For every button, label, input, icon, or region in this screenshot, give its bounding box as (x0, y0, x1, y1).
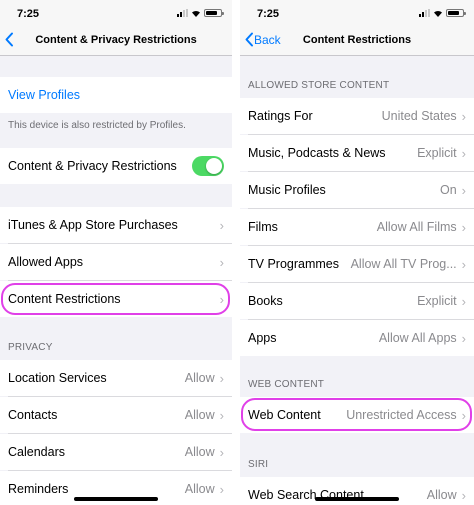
view-profiles-link[interactable]: View Profiles (0, 77, 232, 113)
list-item-value: Allow (184, 445, 215, 459)
content-restrictions-screen: 7:25 Back Content Restrictions ALLOWED S… (240, 0, 474, 505)
chevron-right-icon: › (461, 330, 466, 346)
status-bar: 7:25 (0, 0, 232, 26)
list-item-music-profiles[interactable]: Music Profiles On › (240, 172, 474, 208)
list-item-label: Reminders (8, 482, 69, 496)
view-profiles-label: View Profiles (8, 88, 81, 102)
chevron-right-icon: › (219, 217, 224, 233)
list-item-label: Ratings For (248, 109, 313, 123)
content-privacy-screen: 7:25 Content & Privacy Restrictions View… (0, 0, 232, 505)
list-item-label: Calendars (8, 445, 65, 459)
section-header-privacy: PRIVACY (8, 342, 53, 353)
chevron-right-icon: › (219, 291, 224, 307)
wifi-icon (434, 10, 442, 17)
restrictions-toggle[interactable] (192, 156, 224, 176)
page-title: Content Restrictions (302, 34, 412, 46)
list-item-tv-programmes[interactable]: TV Programmes Allow All TV Prog... › (240, 246, 474, 282)
chevron-right-icon: › (461, 293, 466, 309)
list-item-value: Allow All Films (376, 220, 457, 234)
list-item-value: United States (381, 109, 457, 123)
battery-icon (446, 9, 466, 17)
chevron-right-icon: › (219, 444, 224, 460)
list-item-label: iTunes & App Store Purchases (8, 218, 178, 232)
list-item-books[interactable]: Books Explicit › (240, 283, 474, 319)
signal-icon (419, 9, 430, 17)
chevron-right-icon: › (219, 481, 224, 497)
list-item-label: Content Restrictions (8, 292, 121, 306)
list-item-calendars[interactable]: Calendars Allow › (0, 434, 232, 470)
list-item-value: Allow (184, 482, 215, 496)
home-indicator (74, 497, 158, 501)
chevron-right-icon: › (219, 254, 224, 270)
list-item-ratings-for[interactable]: Ratings For United States › (240, 98, 474, 134)
list-item-label: Contacts (8, 408, 58, 422)
home-indicator (315, 497, 399, 501)
list-item-label: Music Profiles (248, 183, 326, 197)
list-item-value: Allow All TV Prog... (350, 257, 457, 271)
list-item-films[interactable]: Films Allow All Films › (240, 209, 474, 245)
chevron-right-icon: › (461, 256, 466, 272)
list-item-web-content[interactable]: Web Content Unrestricted Access › (240, 397, 474, 433)
chevron-right-icon: › (219, 407, 224, 423)
navigation-bar: Back Content Restrictions (240, 26, 474, 56)
chevron-right-icon: › (219, 370, 224, 386)
chevron-right-icon: › (461, 108, 466, 124)
list-item-value: On (439, 183, 457, 197)
battery-icon (204, 9, 224, 17)
navigation-bar: Content & Privacy Restrictions (0, 26, 232, 56)
status-time: 7:25 (17, 8, 40, 20)
list-item-value: Allow All Apps (378, 331, 457, 345)
list-item-location-services[interactable]: Location Services Allow › (0, 360, 232, 396)
list-item-label: Films (248, 220, 278, 234)
chevron-right-icon: › (461, 219, 466, 235)
list-item-value: Unrestricted Access (346, 408, 457, 422)
list-item-label: TV Programmes (248, 257, 339, 271)
list-item-value: Allow (184, 371, 215, 385)
restrictions-toggle-row: Content & Privacy Restrictions (0, 148, 232, 184)
list-item-content-restrictions[interactable]: Content Restrictions › (0, 281, 232, 317)
list-item-apps[interactable]: Apps Allow All Apps › (240, 320, 474, 356)
list-item-music-podcasts-news[interactable]: Music, Podcasts & News Explicit › (240, 135, 474, 171)
status-bar: 7:25 (240, 0, 474, 26)
signal-icon (177, 9, 188, 17)
wifi-icon (192, 10, 200, 17)
chevron-right-icon: › (461, 145, 466, 161)
section-header-store: ALLOWED STORE CONTENT (248, 80, 390, 91)
section-header-siri: SIRI (248, 459, 269, 470)
list-item-label: Allowed Apps (8, 255, 84, 269)
list-item-label: Web Content (248, 408, 321, 422)
list-item-label: Books (248, 294, 283, 308)
list-item-label: Apps (248, 331, 277, 345)
list-item-allowed-apps[interactable]: Allowed Apps › (0, 244, 232, 280)
list-item-value: Explicit (417, 146, 457, 160)
chevron-right-icon: › (461, 182, 466, 198)
list-item-value: Allow (184, 408, 215, 422)
list-item-label: Location Services (8, 371, 107, 385)
list-item-label: Music, Podcasts & News (248, 146, 386, 160)
profile-note: This device is also restricted by Profil… (8, 120, 186, 131)
list-item-value: Explicit (417, 294, 457, 308)
page-title: Content & Privacy Restrictions (35, 34, 197, 46)
chevron-right-icon: › (461, 407, 466, 423)
list-item-itunes-purchases[interactable]: iTunes & App Store Purchases › (0, 207, 232, 243)
chevron-right-icon: › (461, 487, 466, 503)
restrictions-toggle-label: Content & Privacy Restrictions (8, 159, 177, 173)
list-item-contacts[interactable]: Contacts Allow › (0, 397, 232, 433)
section-header-web-content: WEB CONTENT (248, 379, 325, 390)
status-time: 7:25 (257, 8, 280, 20)
